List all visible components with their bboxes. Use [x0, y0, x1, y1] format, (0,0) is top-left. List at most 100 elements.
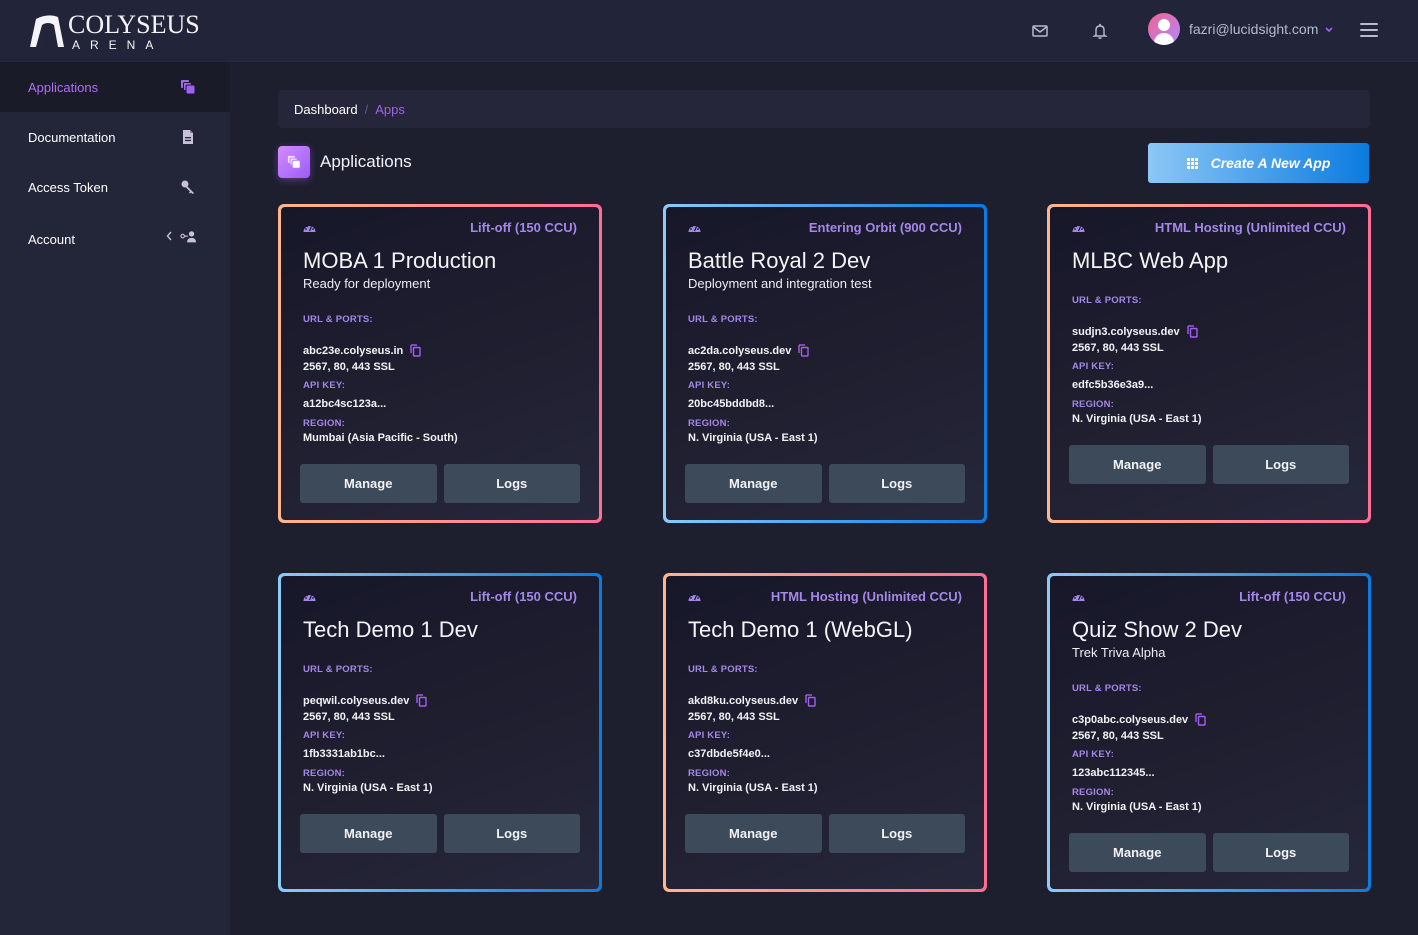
logs-button[interactable]: Logs — [1212, 445, 1349, 484]
key-icon — [181, 180, 194, 194]
bell-icon[interactable] — [1091, 22, 1109, 40]
region-value: N. Virginia (USA - East 1) — [688, 432, 818, 444]
app-card: Entering Orbit (900 CCU) Battle Royal 2 … — [663, 204, 987, 523]
manage-button[interactable]: Manage — [685, 464, 822, 503]
app-ports: 2567, 80, 443 SSL — [1072, 730, 1164, 742]
app-card: HTML Hosting (Unlimited CCU) Tech Demo 1… — [663, 573, 987, 892]
region-value: Mumbai (Asia Pacific - South) — [303, 432, 458, 444]
copy-icon[interactable] — [1195, 713, 1206, 726]
app-card-body: Lift-off (150 CCU) Quiz Show 2 Dev Trek … — [1050, 576, 1368, 889]
region-value: N. Virginia (USA - East 1) — [1072, 413, 1202, 425]
app-ports: 2567, 80, 443 SSL — [688, 711, 780, 723]
app-name[interactable]: Tech Demo 1 Dev — [303, 616, 577, 644]
app-name[interactable]: Battle Royal 2 Dev — [688, 247, 962, 275]
plan-badge: Entering Orbit (900 CCU) — [808, 220, 962, 235]
colyseus-logo[interactable]: COLYSEUS ARENA — [28, 9, 200, 51]
copy-icon[interactable] — [416, 694, 428, 707]
app-card-body: Lift-off (150 CCU) Tech Demo 1 Dev URL &… — [281, 576, 599, 889]
sidebar-item-label: Access Token — [28, 179, 108, 195]
user-email[interactable]: fazri@lucidsight.com — [1189, 21, 1318, 37]
brand-title: COLYSEUS — [68, 9, 200, 39]
copy-icon[interactable] — [410, 344, 421, 357]
sidebar: Applications Documentation Access Token … — [0, 62, 230, 935]
chevron-down-icon[interactable] — [1324, 25, 1334, 33]
app-url: ac2da.colyseus.dev — [688, 344, 792, 357]
breadcrumb-separator: / — [364, 101, 369, 117]
plan-badge: Lift-off (150 CCU) — [470, 220, 577, 235]
app-card: Lift-off (150 CCU) Tech Demo 1 Dev URL &… — [278, 573, 602, 892]
logs-button[interactable]: Logs — [828, 814, 965, 853]
manage-button[interactable]: Manage — [685, 814, 822, 853]
region-value: N. Virginia (USA - East 1) — [303, 782, 433, 794]
region-value: N. Virginia (USA - East 1) — [1072, 801, 1202, 813]
logs-button[interactable]: Logs — [828, 464, 965, 503]
app-card-body: Lift-off (150 CCU) MOBA 1 Production Rea… — [281, 207, 599, 520]
user-key-icon — [180, 231, 196, 243]
app-ports: 2567, 80, 443 SSL — [303, 361, 395, 373]
api-key-value: 20bc45bddbd8... — [688, 398, 775, 410]
app-card: HTML Hosting (Unlimited CCU) MLBC Web Ap… — [1047, 204, 1371, 523]
app-name[interactable]: MLBC Web App — [1072, 247, 1346, 275]
app-name[interactable]: Tech Demo 1 (WebGL) — [688, 616, 962, 644]
app-name[interactable]: Quiz Show 2 Dev — [1072, 616, 1346, 644]
api-key-label: API KEY: — [688, 730, 731, 741]
sidebar-item-documentation[interactable]: Documentation — [0, 112, 230, 162]
applications-icon — [181, 80, 196, 95]
app-name[interactable]: MOBA 1 Production — [303, 247, 577, 275]
url-ports-label: URL & PORTS: — [1072, 683, 1142, 694]
region-label: REGION: — [1072, 787, 1115, 798]
app-url: sudjn3.colyseus.dev — [1072, 325, 1180, 338]
url-ports-label: URL & PORTS: — [688, 314, 758, 325]
logs-button[interactable]: Logs — [443, 464, 580, 503]
app-description: Deployment and integration test — [688, 276, 872, 291]
grid-icon — [1186, 157, 1198, 169]
sidebar-item-label: Documentation — [28, 129, 116, 145]
breadcrumb-dashboard[interactable]: Dashboard — [294, 102, 358, 117]
avatar[interactable] — [1148, 13, 1180, 45]
api-key-value: c37dbde5f4e0... — [688, 748, 770, 760]
manage-button[interactable]: Manage — [300, 814, 437, 853]
gauge-icon — [1072, 224, 1085, 232]
url-ports-label: URL & PORTS: — [1072, 295, 1142, 306]
app-description: Trek Triva Alpha — [1072, 645, 1166, 660]
gauge-icon — [688, 593, 701, 601]
manage-button[interactable]: Manage — [1069, 833, 1206, 872]
sidebar-item-label: Applications — [28, 79, 99, 95]
region-label: REGION: — [303, 418, 346, 429]
breadcrumb-apps[interactable]: Apps — [375, 102, 405, 117]
api-key-value: 123abc112345... — [1072, 767, 1155, 779]
chevron-left-icon[interactable] — [166, 231, 172, 241]
url-ports-label: URL & PORTS: — [688, 664, 758, 675]
gauge-icon — [688, 224, 701, 232]
api-key-label: API KEY: — [303, 730, 346, 741]
sidebar-item-applications[interactable]: Applications — [0, 62, 230, 112]
gauge-icon — [303, 593, 316, 601]
breadcrumb: Dashboard / Apps — [278, 90, 1370, 128]
copy-icon[interactable] — [805, 694, 816, 707]
plan-badge: HTML Hosting (Unlimited CCU) — [1154, 220, 1346, 235]
mail-icon[interactable] — [1031, 22, 1049, 40]
app-url: akd8ku.colyseus.dev — [688, 694, 799, 707]
document-icon — [183, 130, 193, 144]
api-key-label: API KEY: — [303, 380, 346, 391]
create-new-app-button[interactable]: Create A New App — [1148, 143, 1369, 183]
copy-icon[interactable] — [1186, 325, 1198, 338]
api-key-label: API KEY: — [688, 380, 731, 391]
manage-button[interactable]: Manage — [1069, 445, 1206, 484]
page-title: Applications — [320, 152, 412, 171]
manage-button[interactable]: Manage — [300, 464, 437, 503]
api-key-value: 1fb3331ab1bc... — [303, 748, 385, 760]
sidebar-item-access-token[interactable]: Access Token — [0, 162, 230, 212]
logs-button[interactable]: Logs — [1212, 833, 1349, 872]
copy-icon[interactable] — [798, 344, 810, 357]
api-key-label: API KEY: — [1072, 361, 1115, 372]
page-header: Applications — [278, 146, 412, 178]
logs-button[interactable]: Logs — [443, 814, 580, 853]
user-menu[interactable]: fazri@lucidsight.com — [1148, 13, 1334, 45]
app-card-body: Entering Orbit (900 CCU) Battle Royal 2 … — [666, 207, 984, 520]
hamburger-menu-icon[interactable] — [1360, 23, 1378, 37]
api-key-label: API KEY: — [1072, 749, 1115, 760]
app-ports: 2567, 80, 443 SSL — [688, 361, 780, 373]
app-description: Ready for deployment — [303, 276, 431, 291]
sidebar-item-account[interactable]: Account — [0, 212, 230, 266]
